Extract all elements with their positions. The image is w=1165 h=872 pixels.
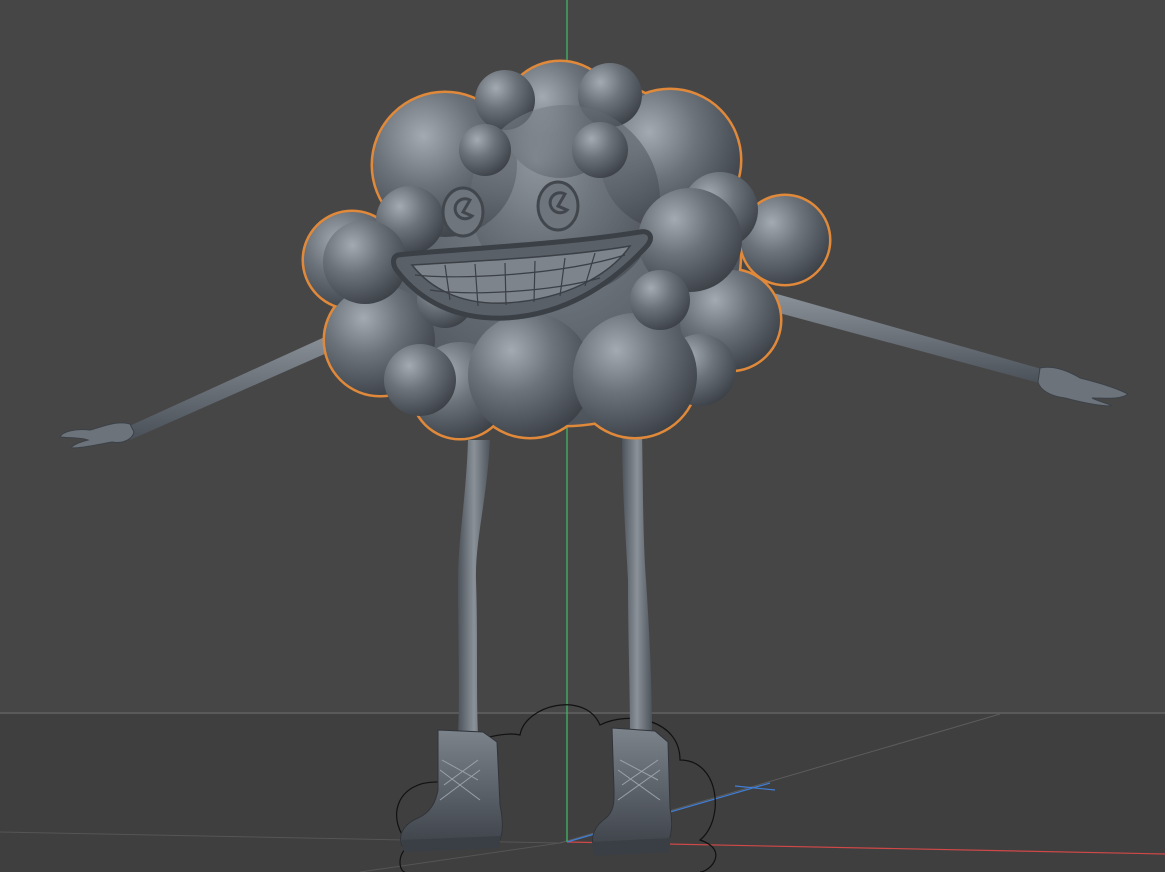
left-arm[interactable] — [59, 330, 345, 449]
3d-viewport[interactable] — [0, 0, 1165, 872]
left-hand — [59, 422, 135, 449]
right-leg[interactable] — [622, 430, 652, 735]
left-eye — [441, 186, 485, 238]
floor-grid-icon — [0, 712, 1165, 872]
right-eye — [536, 180, 580, 232]
viewport-canvas[interactable] — [0, 0, 1165, 872]
right-hand — [1037, 366, 1129, 407]
right-arm[interactable] — [768, 292, 1129, 407]
left-leg[interactable] — [458, 440, 490, 735]
